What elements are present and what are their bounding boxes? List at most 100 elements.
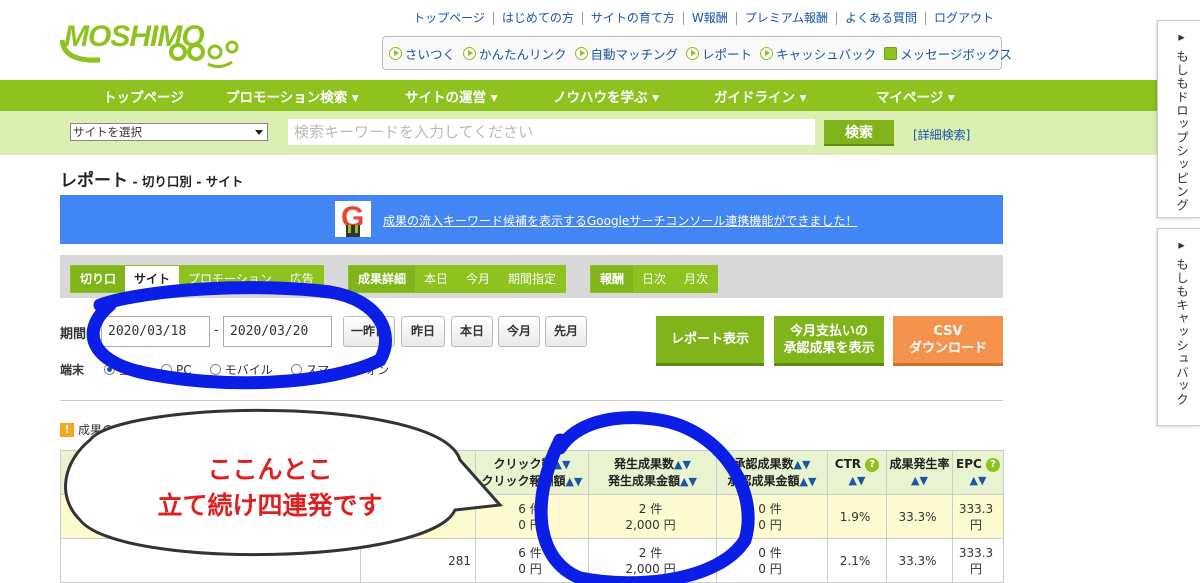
report-tab-strip: 切り口 サイト プロモーション 広告 成果詳細 本日 今月 期間指定 報酬 日次… (60, 255, 1003, 298)
side-tab-dropshipping[interactable]: ▸ もしもドロップシッピング (1157, 20, 1200, 218)
search-input[interactable]: 検索キーワードを入力してください (288, 119, 815, 145)
yesterday-button[interactable]: 昨日 (401, 316, 445, 347)
play-icon (574, 46, 588, 60)
date-dash: - (214, 323, 219, 338)
tab-period[interactable]: 期間指定 (499, 266, 566, 292)
sort-arrows-icon[interactable]: ▲▼ (674, 458, 691, 471)
nav-promotion-search[interactable]: プロモーション検索 ▾ (226, 86, 359, 106)
quick-link-auto-matching[interactable]: 自動マッチング (574, 44, 678, 63)
quick-link-cashback[interactable]: キャッシュバック (760, 44, 876, 63)
sort-arrows-icon[interactable]: ▲▼ (970, 474, 987, 487)
tab-monthly[interactable]: 月次 (675, 266, 718, 292)
approved-results-button[interactable]: 今月支払いの 承認成果を表示 (774, 316, 884, 366)
google-console-banner[interactable]: G 成果の流入キーワード候補を表示するGoogleサーチコンソール連携機能ができ… (60, 195, 1003, 244)
date-to-input[interactable]: 2020/03/20 (223, 316, 332, 347)
col-approved[interactable]: 承認成果数▲▼ 承認成果金額▲▼ (716, 450, 828, 495)
help-icon[interactable]: ? (865, 457, 880, 472)
this-month-button[interactable]: 今月 (498, 316, 540, 347)
quick-link-message-box[interactable]: メッセージボックス (884, 44, 1012, 63)
tab-ad[interactable]: 広告 (280, 266, 323, 292)
tab-reward-label: 報酬 (591, 266, 634, 292)
cell-epc: 333.3円 (952, 538, 1004, 583)
quick-link-easy-link[interactable]: かんたんリンク (463, 44, 567, 63)
table-row: 281 6 件0 円 2 件 2,000 円 0 件0 円 2.1% 33.3% … (60, 538, 1004, 583)
tab-detail-label: 成果詳細 (349, 266, 416, 292)
top-links: トップページ はじめての方 サイトの育て方 W報酬 プレミアム報酬 よくある質問… (405, 12, 1002, 25)
top-link[interactable]: よくある質問 (835, 12, 925, 25)
sort-arrows-icon[interactable]: ▲▼ (680, 475, 697, 488)
play-icon (760, 46, 774, 60)
top-link[interactable]: プレミアム報酬 (735, 12, 836, 25)
cell-approved: 0 件0 円 (716, 494, 828, 539)
col-clicks[interactable]: クリック数▲▼ クリック報酬額▲▼ (475, 450, 589, 495)
cell-epc: 333.3円 (952, 494, 1004, 539)
advanced-search-link[interactable]: [詳細検索] (913, 126, 970, 143)
sort-arrows-icon[interactable]: ▲▼ (849, 474, 866, 487)
tab-cut-label: 切り口 (71, 266, 126, 292)
play-icon (463, 46, 477, 60)
site-select[interactable]: サイトを選択 (70, 123, 268, 141)
radio-smartphone[interactable] (290, 364, 302, 375)
tab-today[interactable]: 本日 (415, 266, 458, 292)
col-rate[interactable]: 成果発生率 ▲▼ (886, 450, 953, 495)
radio-all[interactable] (104, 364, 116, 375)
sort-arrows-icon[interactable]: ▲▼ (554, 458, 571, 471)
nav-top[interactable]: トップページ (103, 86, 184, 106)
nav-guideline[interactable]: ガイドライン ▾ (714, 86, 806, 106)
sort-arrows-icon[interactable]: ▲▼ (794, 458, 811, 471)
cell-rate: 33.3% (886, 538, 953, 583)
cell-clicks: 6 件0 円 (475, 494, 589, 539)
top-link[interactable]: W報酬 (682, 12, 736, 25)
notice: ! 成果の表示… (60, 421, 150, 438)
terminal-filter: 端末 全て PC モバイル スマートフォン (60, 362, 390, 378)
col-occurred[interactable]: 発生成果数▲▼ 発生成果金額▲▼ (588, 450, 717, 495)
nav-site-operation[interactable]: サイトの運営 ▾ (405, 86, 497, 106)
cell-rate: 33.3% (886, 494, 953, 539)
page-title: レポート - 切り口別 - サイト (60, 171, 244, 191)
google-icon: G (335, 201, 371, 237)
sort-arrows-icon[interactable]: ▲▼ (911, 474, 928, 487)
quick-link-saitsuku[interactable]: さいつく (389, 44, 455, 63)
banner-link[interactable]: 成果の流入キーワード候補を表示するGoogleサーチコンソール連携機能ができまし… (383, 212, 857, 229)
search-button[interactable]: 検索 (824, 120, 894, 146)
today-button[interactable]: 本日 (451, 316, 493, 347)
tab-this-month[interactable]: 今月 (457, 266, 500, 292)
nav-knowhow[interactable]: ノウハウを学ぶ ▾ (553, 86, 659, 106)
top-link[interactable]: トップページ (405, 12, 493, 25)
csv-download-button[interactable]: CSV ダウンロード (893, 316, 1003, 366)
help-icon[interactable]: ? (986, 457, 1000, 472)
reward-tab-group: 報酬 日次 月次 (590, 265, 719, 293)
col-epc[interactable]: EPC ? ▲▼ (952, 450, 1004, 495)
sort-arrows-icon[interactable]: ▲▼ (800, 475, 817, 488)
cell-occurred: 2 件 2,000 円 (588, 494, 717, 539)
sort-arrows-icon[interactable]: ▲▼ (566, 475, 583, 488)
dropdown-arrow-icon (255, 130, 263, 135)
day-before-yesterday-button[interactable]: 一昨日 (343, 316, 395, 347)
col-ctr[interactable]: CTR ? ▲▼ (827, 450, 887, 495)
annotation-text: ここんとこ 立て続け四連発です (157, 455, 383, 520)
period-label: 期間 (60, 327, 87, 342)
last-month-button[interactable]: 先月 (545, 316, 587, 347)
nav-mypage[interactable]: マイページ ▾ (876, 86, 955, 106)
quick-link-report[interactable]: レポート (686, 44, 752, 63)
side-tab-cashback[interactable]: ▸ もしもキャッシュバック (1157, 228, 1200, 426)
quick-links-bar: さいつく かんたんリンク 自動マッチング レポート キャッシュバック メッセージ… (382, 36, 1012, 70)
cell-clicks: 6 件0 円 (475, 538, 589, 583)
logout-link[interactable]: ログアウト (924, 12, 1002, 25)
tab-site[interactable]: サイト (125, 266, 180, 292)
cell-imp: 281 (360, 538, 476, 583)
top-link[interactable]: はじめての方 (492, 12, 582, 25)
cell-site (60, 538, 361, 583)
radio-mobile[interactable] (209, 364, 221, 375)
report-display-button[interactable]: レポート表示 (656, 316, 764, 366)
top-link[interactable]: サイトの育て方 (581, 12, 683, 25)
tab-daily[interactable]: 日次 (633, 266, 676, 292)
tab-promotion[interactable]: プロモーション (179, 266, 281, 292)
radio-pc[interactable] (161, 364, 173, 375)
moshimo-logo[interactable]: MOSHIMO (60, 12, 240, 72)
terminal-label: 端末 (60, 363, 85, 377)
logo-frog-icon (60, 39, 239, 69)
detail-tab-group: 成果詳細 本日 今月 期間指定 (348, 265, 567, 293)
date-from-input[interactable]: 2020/03/18 (101, 316, 210, 347)
message-box-icon (884, 46, 898, 60)
